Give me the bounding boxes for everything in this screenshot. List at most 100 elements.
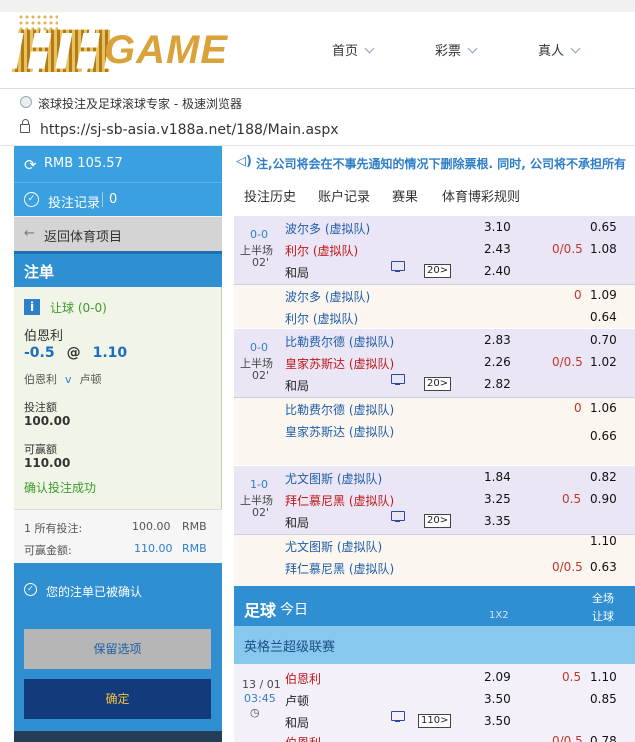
favicon-icon [20,96,32,108]
away-team[interactable]: 卢顿 [285,692,309,709]
footer-strip [14,731,222,742]
away-team[interactable]: 利尔 (虚拟队) [285,310,358,327]
more-markets-button[interactable]: 20> [424,264,452,278]
confirm-button[interactable]: 确定 [24,679,211,719]
url-text[interactable]: https://sj-sb-asia.v188a.net/188/Main.as… [40,122,339,138]
draw-label: 和局 [285,266,310,280]
tv-icon[interactable] [391,261,405,272]
lock-icon [20,119,30,133]
tv-icon[interactable] [391,374,405,385]
next-handicap-odds[interactable]: 0.78 [590,734,617,742]
today-football-header: 足球 今日 1X2 全场 让球 [234,586,635,626]
total-win: 110.00 [134,542,173,555]
away-team[interactable]: 皇家苏斯达 (虚拟队) [285,423,394,440]
tab-results[interactable]: 赛果 [392,186,418,205]
logo-hh: HH [12,18,116,86]
home-team[interactable]: 尤文图斯 (虚拟队) [285,538,382,555]
keep-selection-button[interactable]: 保留选项 [24,629,211,669]
odds-draw[interactable]: 2.43 [484,242,511,256]
back-to-sports-button[interactable]: ← 返回体育项目 [14,217,222,251]
check-circle-icon: ✓ [24,583,37,596]
row-divider [234,284,635,285]
tv-icon[interactable] [391,711,405,722]
more-markets-button[interactable]: 110> [418,714,452,728]
balance-bar[interactable]: ⟳ RMB 105.57 [14,146,222,182]
bet-type: 让球 (0-0) [50,301,107,315]
away-team[interactable]: 皇家苏斯达 (虚拟队) [285,355,394,372]
refresh-icon[interactable]: ⟳ [24,156,37,174]
home-team[interactable]: 比勒费尔德 (虚拟队) [285,401,394,418]
handicap-odds-away[interactable]: 1.08 [590,242,617,256]
tab-account-record[interactable]: 账户记录 [318,186,370,205]
odds-draw[interactable]: 2.26 [484,355,511,369]
home-team[interactable]: 波尔多 (虚拟队) [285,288,370,305]
tab-bet-history[interactable]: 投注历史 [244,186,296,205]
handicap-odds-home[interactable]: 1.09 [590,288,617,302]
handicap-odds-home[interactable]: 0.70 [590,333,617,347]
announcement-text: 注,公司将会在不事先通知的情况下删除票根. 同时, 公司将不承担所有 [256,157,627,171]
next-home-team[interactable]: 伯恩利 [285,734,321,742]
nav-home[interactable]: 首页 [332,40,375,59]
nav-label: 彩票 [435,44,462,59]
win-value: 110.00 [24,456,71,470]
odds-away[interactable]: 2.40 [484,264,511,278]
handicap-line: 0/0.5 [552,560,583,574]
nav-live-casino[interactable]: 真人 [538,40,581,59]
bet-record-bar[interactable]: ✓ 投注记录 0 [14,182,222,216]
nav-lottery[interactable]: 彩票 [435,40,478,59]
handicap-odds-away[interactable]: 0.66 [590,429,617,443]
odds-away[interactable]: 3.35 [484,514,511,528]
currency: RMB [182,542,207,555]
away-team[interactable]: 拜仁慕尼黑 (虚拟队) [285,560,394,577]
match-minute: 02' [252,506,270,519]
arrow-left-icon: ← [24,226,35,241]
handicap-odds-away[interactable]: 1.02 [590,355,617,369]
tv-icon[interactable] [391,511,405,522]
home-team[interactable]: 尤文图斯 (虚拟队) [285,470,382,487]
home-team[interactable]: 比勒费尔德 (虚拟队) [285,333,394,350]
more-markets-button[interactable]: 20> [424,514,452,528]
away-team[interactable]: 利尔 (虚拟队) [285,242,358,259]
check-circle-icon: ✓ [24,192,39,207]
browser-title-bar: 滚球投注及足球滚球专家 - 极速浏览器 [0,88,635,114]
more-markets-button[interactable]: 20> [424,377,452,391]
home-team[interactable]: 波尔多 (虚拟队) [285,220,370,237]
confirmed-banner: ✓ 您的注单已被确认 [14,563,222,617]
bet-record-count: 0 [102,192,117,207]
odds-away[interactable]: 2.82 [484,377,511,391]
handicap-odds-home[interactable]: 0.82 [590,470,617,484]
handicap-line: 0 [574,288,582,302]
odds-home[interactable]: 2.09 [484,670,511,684]
tab-rules[interactable]: 体育博彩规则 [442,186,520,205]
handicap-line: 0.5 [562,492,582,506]
home-team[interactable]: 伯恩利 [285,670,321,687]
handicap-odds-home[interactable]: 1.10 [590,534,617,548]
odds-home[interactable]: 1.84 [484,470,511,484]
bet-match: 伯恩利 v 卢顿 [24,371,102,387]
handicap-odds-home[interactable]: 0.65 [590,220,617,234]
odds-home[interactable]: 2.83 [484,333,511,347]
odds-home[interactable]: 3.10 [484,220,511,234]
hh-game-logo[interactable]: HH GAME [12,14,274,86]
bet-team: 伯恩利 [24,329,64,344]
league-header[interactable]: 英格兰超级联赛 [234,626,635,664]
handicap-odds-away[interactable]: 0.90 [590,492,617,506]
handicap-odds-home[interactable]: 1.10 [590,670,617,684]
row-divider [234,397,635,398]
odds-draw[interactable]: 3.25 [484,492,511,506]
site-header: HH GAME 首页 彩票 真人 [0,0,635,86]
handicap-odds-away[interactable]: 0.64 [590,310,617,324]
bet-slip-title: 注单 [24,263,55,281]
odds-away[interactable]: 3.50 [484,714,511,728]
info-icon: i [24,299,40,315]
handicap-odds-away[interactable]: 0.63 [590,560,617,574]
bet-totals: 1 所有投注: 100.00 RMB 可赢金额: 110.00 RMB [14,509,222,563]
row-divider [234,534,635,535]
away-team[interactable]: 拜仁慕尼黑 (虚拟队) [285,492,394,509]
address-bar[interactable]: https://sj-sb-asia.v188a.net/188/Main.as… [0,114,635,146]
total-count-label: 1 所有投注: [24,522,83,535]
handicap-odds-away[interactable]: 0.85 [590,692,617,706]
left-panel: ⟳ RMB 105.57 ✓ 投注记录 0 ← 返回体育项目 注单 i 让球 (… [14,146,222,742]
odds-draw[interactable]: 3.50 [484,692,511,706]
handicap-odds-home[interactable]: 1.06 [590,401,617,415]
